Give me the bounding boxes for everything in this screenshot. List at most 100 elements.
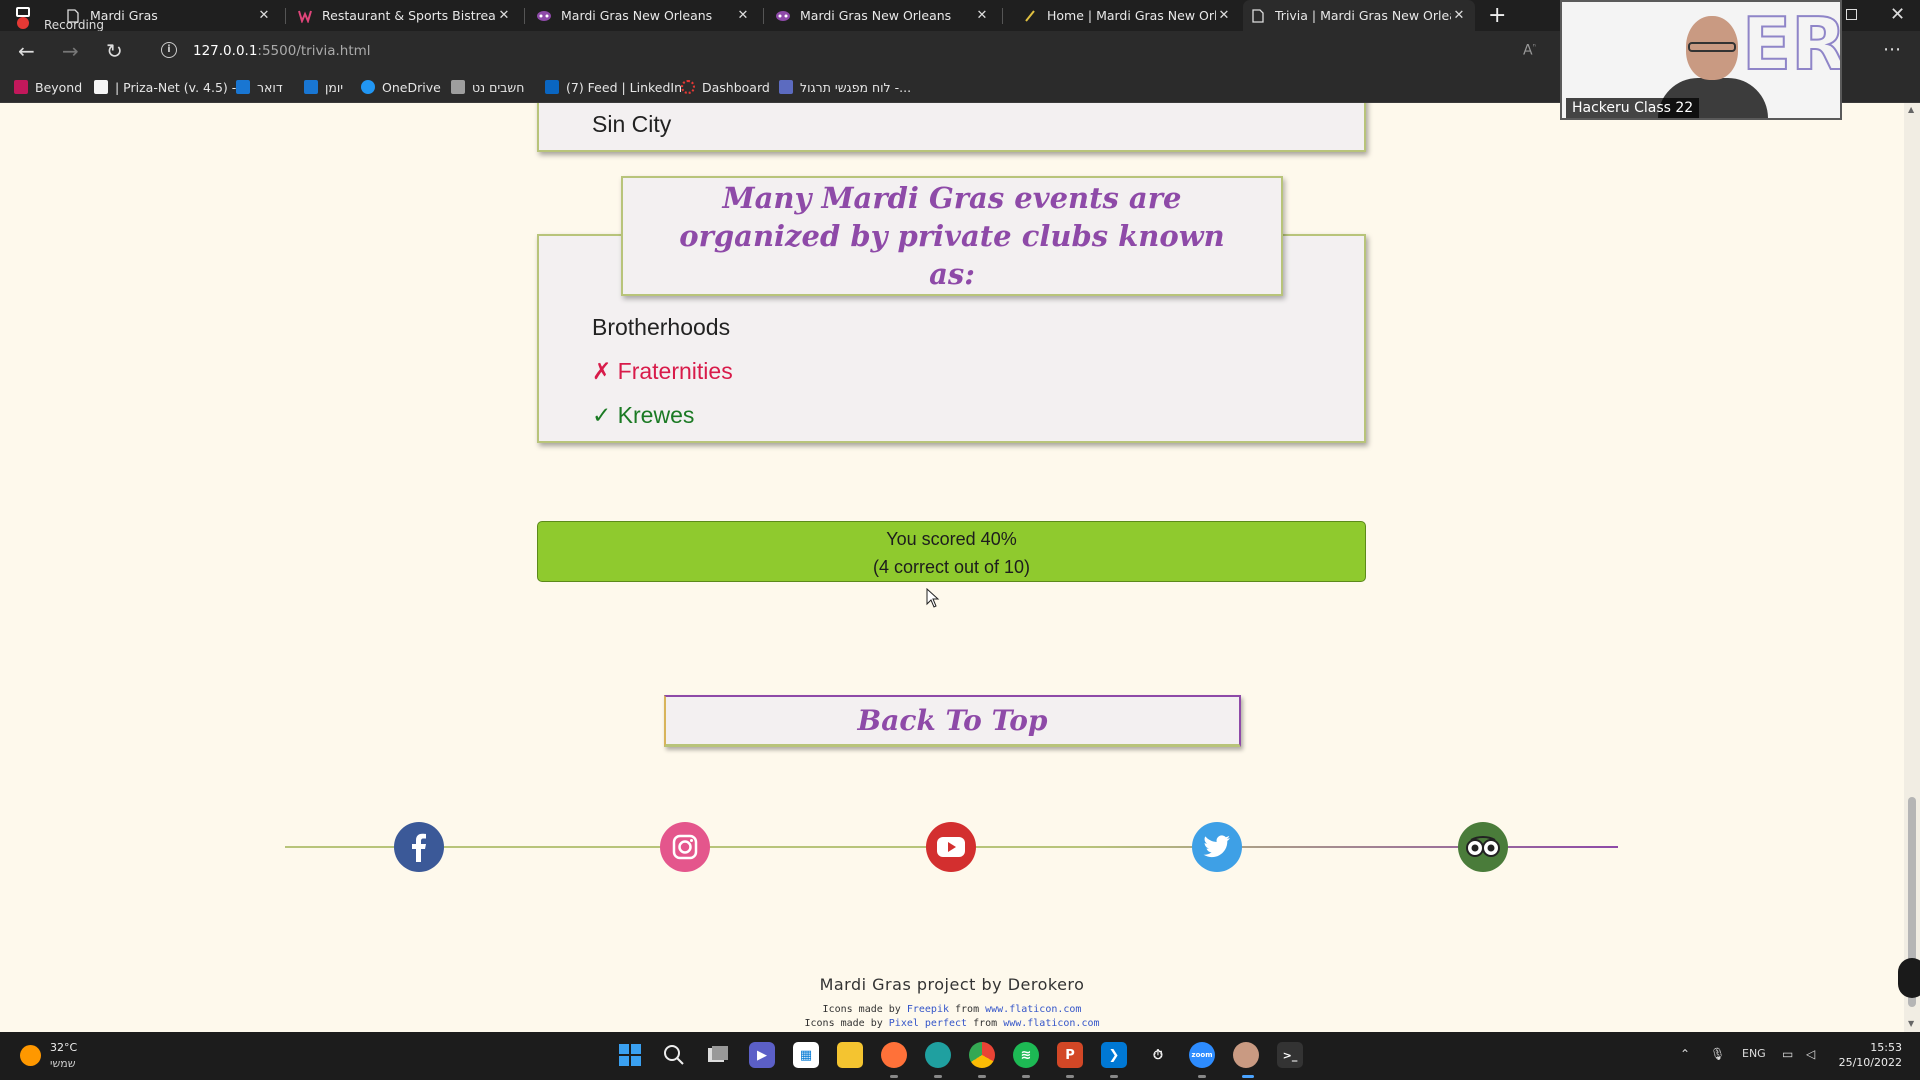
sun-icon[interactable] (20, 1045, 41, 1066)
answer-option[interactable]: Brotherhoods (592, 314, 730, 341)
score-percent: You scored 40% (886, 529, 1017, 549)
answer-text: Brotherhoods (592, 314, 731, 340)
weather-description[interactable]: שמשי (50, 1057, 76, 1070)
tab-mardi-gras[interactable]: Mardi Gras ✕ (58, 0, 280, 31)
question-text: Many Mardi Gras events are organized by … (679, 181, 1225, 291)
tab-trivia[interactable]: Trivia | Mardi Gras New Orleans ✕ (1243, 0, 1475, 31)
bookmark-practice-board[interactable]: לוח מפגשי תרגול -... (779, 77, 911, 97)
terminal-icon[interactable]: >_ (1277, 1042, 1303, 1068)
edge-icon[interactable] (925, 1042, 951, 1068)
icon-credit-freepik: Icons made by Freepik from www.flaticon.… (0, 1004, 1904, 1015)
bookmark-label: OneDrive (382, 79, 441, 95)
footer-credit: Mardi Gras project by Derokero (819, 975, 1085, 994)
stopwatch-icon[interactable]: ⏱ (1145, 1042, 1171, 1068)
instagram-icon[interactable] (660, 822, 710, 872)
page-scrollbar[interactable]: ▲ ▼ (1904, 103, 1920, 1032)
participant-avatar-icon[interactable] (1233, 1042, 1259, 1068)
bookmark-calendar[interactable]: יומן (304, 77, 343, 97)
read-aloud-icon[interactable]: Aⁿ (1523, 42, 1536, 59)
mask-icon (537, 9, 551, 23)
chrome-icon[interactable] (969, 1042, 995, 1068)
forward-icon[interactable]: → (62, 40, 79, 62)
calendar-icon (304, 80, 318, 94)
microphone-icon[interactable]: 🎙 (1710, 1047, 1725, 1061)
video-participant-tile[interactable]: ER Hackeru Class 22 (1560, 0, 1842, 120)
window-close-icon[interactable]: ✕ (1890, 4, 1905, 25)
file-explorer-icon[interactable] (837, 1042, 863, 1068)
info-icon[interactable]: i (161, 42, 177, 58)
bookmark-onedrive[interactable]: OneDrive (361, 77, 441, 97)
answer-text: Fraternities (617, 358, 733, 384)
score-banner: You scored 40% (4 correct out of 10) (537, 521, 1366, 582)
answer-option-correct[interactable]: ✓ Krewes (592, 402, 694, 429)
language-indicator[interactable]: ENG (1742, 1047, 1766, 1060)
close-icon[interactable]: ✕ (1451, 8, 1467, 23)
back-icon[interactable]: ← (18, 40, 35, 62)
tripadvisor-icon[interactable] (1458, 822, 1508, 872)
freepik-link[interactable]: Freepik (907, 1004, 949, 1015)
bookmark-linkedin[interactable]: (7) Feed | LinkedIn (545, 77, 682, 97)
close-icon[interactable]: ✕ (496, 8, 512, 23)
participant-glasses (1688, 42, 1736, 52)
back-to-top-button[interactable]: Back To Top (664, 695, 1241, 747)
icon-credit-pixel-perfect: Icons made by Pixel perfect from www.fla… (0, 1018, 1904, 1029)
vscode-icon[interactable]: ❯ (1101, 1042, 1127, 1068)
bookmark-label: לוח מפגשי תרגול -... (800, 79, 912, 95)
youtube-icon[interactable] (926, 822, 976, 872)
tab-mardi-gras-new-orleans-1[interactable]: Mardi Gras New Orleans ✕ (529, 0, 759, 31)
bookmark-priza-net[interactable]: | Priza-Net (v. 4.5) - (94, 77, 236, 97)
search-icon[interactable] (661, 1042, 687, 1068)
credit-mid: from (949, 1004, 986, 1015)
cloud-icon (361, 80, 375, 94)
restore-icon[interactable] (1846, 9, 1857, 20)
firefox-icon[interactable] (881, 1042, 907, 1068)
answer-text: Krewes (617, 402, 695, 428)
refresh-icon[interactable]: ↻ (106, 40, 123, 62)
volume-icon[interactable]: ◁ (1806, 1047, 1815, 1061)
answer-option-wrong[interactable]: ✗ Fraternities (592, 358, 733, 385)
tab-mardi-gras-new-orleans-2[interactable]: Mardi Gras New Orleans ✕ (768, 0, 998, 31)
system-clock[interactable]: 15:53 25/10/2022 (1836, 1040, 1902, 1070)
url-path: :5500/trivia.html (257, 43, 371, 59)
question-box: Many Mardi Gras events are organized by … (621, 176, 1283, 296)
bookmark-hashavim[interactable]: חשבים נט (451, 77, 524, 97)
bookmark-beyond[interactable]: Beyond (14, 77, 82, 97)
url-field[interactable]: 127.0.0.1:5500/trivia.html (193, 43, 371, 59)
outlook-icon (236, 80, 250, 94)
tab-title: Mardi Gras (90, 8, 158, 23)
close-icon[interactable]: ✕ (256, 8, 272, 23)
sidebar-toggle-button[interactable] (1898, 958, 1920, 998)
chevron-up-icon[interactable]: ⌃ (1680, 1047, 1690, 1061)
bookmark-label: Beyond (35, 79, 83, 95)
tab-title: Mardi Gras New Orleans (561, 8, 713, 23)
new-tab-button[interactable]: + (1488, 3, 1506, 28)
weather-temperature[interactable]: 32°C (50, 1041, 77, 1054)
scroll-up-icon[interactable]: ▲ (1908, 105, 1914, 114)
tab-home[interactable]: Home | Mardi Gras New Orleans ✕ (1015, 0, 1240, 31)
close-icon[interactable]: ✕ (735, 8, 751, 23)
windows-start-icon[interactable] (617, 1042, 643, 1068)
teams-chat-icon[interactable]: ▶ (749, 1042, 775, 1068)
microsoft-store-icon[interactable]: ▦ (793, 1042, 819, 1068)
flaticon-link[interactable]: www.flaticon.com (1003, 1018, 1099, 1029)
close-icon[interactable]: ✕ (1216, 8, 1232, 23)
participant-name: Hackeru Class 22 (1566, 98, 1700, 118)
facebook-icon[interactable] (394, 822, 444, 872)
close-icon[interactable]: ✕ (974, 8, 990, 23)
flaticon-link[interactable]: www.flaticon.com (985, 1004, 1081, 1015)
page-icon (1251, 8, 1265, 23)
more-options-icon[interactable]: ⋯ (1883, 39, 1901, 60)
tab-restaurant[interactable]: Restaurant & Sports Bistreaux | \ ✕ (290, 0, 520, 31)
bookmark-dashboard[interactable]: Dashboard (681, 77, 770, 97)
zoom-icon[interactable]: zoom (1189, 1042, 1215, 1068)
network-icon[interactable]: ▭ (1782, 1047, 1793, 1061)
answer-option[interactable]: Sin City (592, 111, 671, 138)
scroll-down-icon[interactable]: ▼ (1908, 1019, 1914, 1028)
bookmark-label: יומן (325, 79, 344, 95)
bookmark-mail[interactable]: דואר (236, 77, 283, 97)
pixel-perfect-link[interactable]: Pixel perfect (889, 1018, 967, 1029)
twitter-icon[interactable] (1192, 822, 1242, 872)
spotify-icon[interactable]: ≋ (1013, 1042, 1039, 1068)
task-view-icon[interactable] (705, 1042, 731, 1068)
powerpoint-icon[interactable]: P (1057, 1042, 1083, 1068)
